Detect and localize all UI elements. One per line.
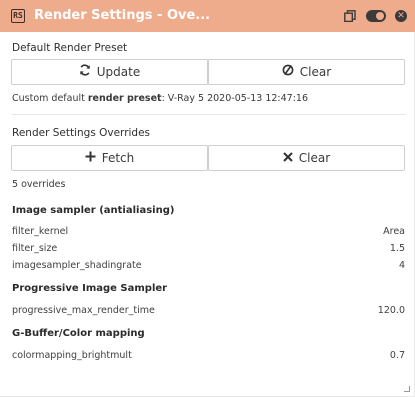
no-entry-icon bbox=[282, 64, 294, 80]
refresh-icon bbox=[79, 64, 91, 80]
preset-info-text: Custom default render preset: V-Ray 5 20… bbox=[12, 93, 308, 104]
copy-icon[interactable] bbox=[344, 10, 356, 22]
override-key: colormapping_brightmult bbox=[12, 350, 132, 361]
clear-overrides-button-label: Clear bbox=[298, 151, 331, 165]
override-key: filter_kernel bbox=[12, 226, 69, 237]
plus-icon bbox=[85, 151, 96, 166]
resize-grip-icon[interactable] bbox=[404, 386, 410, 392]
override-key: filter_size bbox=[12, 243, 58, 254]
override-value: 4 bbox=[398, 260, 405, 271]
title-bar[interactable]: RS Render Settings - Ove... ✕ bbox=[0, 0, 415, 32]
clear-overrides-button[interactable]: Clear bbox=[208, 145, 405, 171]
override-row: colormapping_brightmult 0.7 bbox=[12, 350, 405, 364]
render-settings-window: RS Render Settings - Ove... ✕ Default Re… bbox=[0, 0, 415, 397]
override-key: imagesampler_shadingrate bbox=[12, 260, 142, 271]
update-button[interactable]: Update bbox=[11, 59, 208, 85]
override-row: progressive_max_render_time 120.0 bbox=[12, 305, 405, 319]
overrides-count: 5 overrides bbox=[12, 179, 66, 190]
override-row: imagesampler_shadingrate 4 bbox=[12, 260, 405, 274]
override-value: 1.5 bbox=[389, 243, 405, 254]
override-key: progressive_max_render_time bbox=[12, 305, 155, 316]
section-divider bbox=[12, 114, 405, 115]
group-title: Image sampler (antialiasing) bbox=[12, 205, 175, 216]
x-icon bbox=[283, 151, 293, 166]
override-value: 120.0 bbox=[377, 305, 405, 316]
clear-preset-button-label: Clear bbox=[299, 65, 332, 79]
window-title: Render Settings - Ove... bbox=[34, 8, 211, 23]
toggle-switch-icon[interactable] bbox=[366, 10, 386, 22]
override-row: filter_size 1.5 bbox=[12, 243, 405, 257]
override-value: 0.7 bbox=[389, 350, 405, 361]
override-value: Area bbox=[383, 226, 405, 237]
close-icon[interactable]: ✕ bbox=[395, 10, 407, 22]
group-title: Progressive Image Sampler bbox=[12, 283, 168, 294]
group-title: G-Buffer/Color mapping bbox=[12, 328, 145, 339]
overrides-section-heading: Render Settings Overrides bbox=[12, 127, 151, 139]
fetch-button-label: Fetch bbox=[101, 151, 135, 165]
override-row: filter_kernel Area bbox=[12, 226, 405, 240]
clear-preset-button[interactable]: Clear bbox=[208, 59, 405, 85]
preset-section-heading: Default Render Preset bbox=[12, 42, 128, 54]
fetch-button[interactable]: Fetch bbox=[11, 145, 208, 171]
app-icon: RS bbox=[11, 9, 25, 23]
update-button-label: Update bbox=[96, 65, 141, 79]
